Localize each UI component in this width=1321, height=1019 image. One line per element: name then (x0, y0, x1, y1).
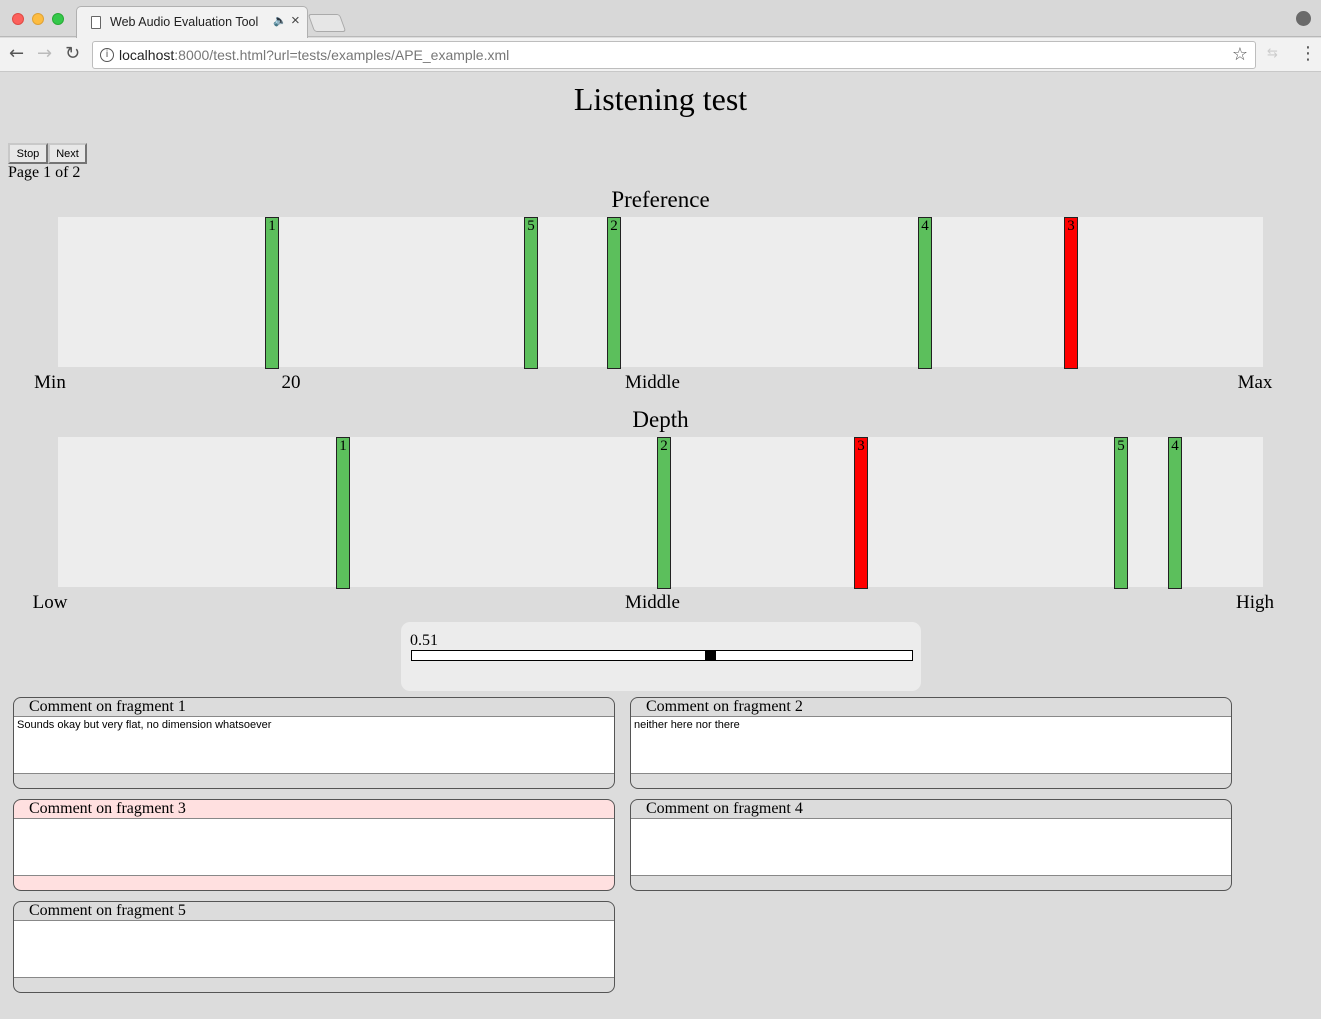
comment-label: Comment on fragment 5 (29, 902, 186, 919)
close-icon[interactable]: × (291, 12, 300, 29)
fragment-marker-4[interactable]: 4 (1168, 437, 1182, 589)
value-slider-panel: 0.51 (401, 622, 921, 691)
reload-icon[interactable]: ↻ (65, 43, 80, 64)
document-icon (91, 16, 101, 29)
comment-box-fragment-4: Comment on fragment 4 (630, 799, 1232, 891)
fragment-marker-4[interactable]: 4 (918, 217, 932, 369)
info-icon[interactable]: i (100, 48, 114, 62)
star-icon[interactable]: ☆ (1232, 44, 1248, 65)
next-button[interactable]: Next (48, 143, 87, 164)
scale-label: Middle (625, 372, 680, 393)
page-counter: Page 1 of 2 (8, 164, 81, 181)
fragment-marker-2[interactable]: 2 (607, 217, 621, 369)
comment-label: Comment on fragment 2 (646, 698, 803, 715)
comment-input-fragment-1[interactable]: Sounds okay but very flat, no dimension … (14, 716, 614, 774)
comment-label: Comment on fragment 4 (646, 800, 803, 817)
browser-titlebar: Web Audio Evaluation Tool 🔈 × (0, 0, 1321, 38)
comment-box-fragment-5: Comment on fragment 5 (13, 901, 615, 993)
value-slider-thumb[interactable] (705, 650, 716, 661)
comment-box-fragment-1: Comment on fragment 1 Sounds okay but ve… (13, 697, 615, 789)
extension-icon[interactable]: ⇆ (1267, 46, 1278, 61)
value-readout: 0.51 (410, 632, 438, 649)
profile-icon[interactable] (1296, 11, 1311, 26)
comment-input-fragment-2[interactable]: neither here nor there (631, 716, 1231, 774)
url-text[interactable]: localhost:8000/test.html?url=tests/examp… (119, 47, 509, 63)
new-tab-button[interactable] (307, 14, 347, 32)
scale-label: Min (34, 372, 66, 393)
scale-label: Middle (625, 592, 680, 613)
menu-icon[interactable]: ⋮ (1299, 43, 1317, 64)
scale-label: 20 (281, 372, 301, 393)
comment-label: Comment on fragment 3 (29, 800, 186, 817)
fragment-marker-3[interactable]: 3 (1064, 217, 1078, 369)
page-title: Listening test (573, 81, 748, 117)
address-bar[interactable]: i localhost:8000/test.html?url=tests/exa… (92, 41, 1256, 69)
comment-input-fragment-5[interactable] (14, 920, 614, 978)
comment-box-fragment-3: Comment on fragment 3 (13, 799, 615, 891)
comment-box-fragment-2: Comment on fragment 2 neither here nor t… (630, 697, 1232, 789)
value-slider-track[interactable] (411, 650, 913, 661)
scale-label: High (1236, 592, 1274, 613)
fragment-marker-5[interactable]: 5 (524, 217, 538, 369)
window-minimize-button[interactable] (32, 13, 44, 25)
speaker-icon[interactable]: 🔈 (273, 14, 287, 27)
stop-button[interactable]: Stop (8, 143, 48, 164)
fragment-marker-2[interactable]: 2 (657, 437, 671, 589)
browser-toolbar: ← → ↻ i localhost:8000/test.html?url=tes… (0, 38, 1321, 72)
fragment-marker-3[interactable]: 3 (854, 437, 868, 589)
axis-title-depth: Depth (632, 407, 689, 432)
fragment-marker-5[interactable]: 5 (1114, 437, 1128, 589)
window-close-button[interactable] (12, 13, 24, 25)
browser-tab[interactable]: Web Audio Evaluation Tool 🔈 × (76, 6, 308, 38)
scale-label: Max (1237, 372, 1273, 393)
tab-title: Web Audio Evaluation Tool (110, 15, 259, 29)
preference-slider-track[interactable]: 1 52 43 (58, 217, 1263, 369)
comment-input-fragment-4[interactable] (631, 818, 1231, 876)
fragment-marker-1[interactable]: 1 (265, 217, 279, 369)
forward-arrow-icon[interactable]: → (37, 43, 52, 64)
fragment-marker-1[interactable]: 1 (336, 437, 350, 589)
window-zoom-button[interactable] (52, 13, 64, 25)
comment-label: Comment on fragment 1 (29, 698, 186, 715)
back-arrow-icon[interactable]: ← (9, 43, 24, 64)
comment-input-fragment-3[interactable] (14, 818, 614, 876)
depth-slider-track[interactable]: 1 2 3 54 (58, 437, 1263, 589)
scale-label: Low (32, 592, 68, 613)
axis-title-preference: Preference (611, 187, 710, 212)
